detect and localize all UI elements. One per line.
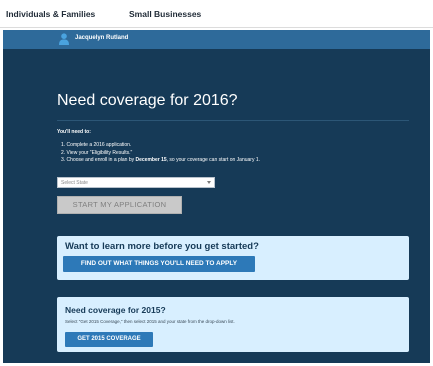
find-out-what-you-need-button[interactable]: FIND OUT WHAT THINGS YOU'LL NEED TO APPL… [63,256,255,272]
step-3-text-before: 3. Choose and enroll in a plan by [61,157,136,163]
coverage-2015-card: Need coverage for 2015? Select "Get 2015… [57,297,409,352]
state-select[interactable]: Select State [57,177,215,188]
coverage-2015-description: Select "Get 2015 Coverage," then select … [65,319,235,324]
step-3-text-after: , so your coverage can start on January … [166,157,261,163]
page-title: Need coverage for 2016? [57,92,238,109]
requirements-label: You'll need to: [57,129,91,135]
user-bar: Jacquelyn Rutland [3,30,430,49]
step-2: 2. View your "Eligibility Results." [61,149,133,156]
step-3-deadline: December 15 [135,157,167,163]
step-3: 3. Choose and enroll in a plan by Decemb… [61,157,260,165]
nav-small-businesses-link[interactable]: Small Businesses [129,9,201,19]
state-select-placeholder: Select State [61,180,88,186]
coverage-2015-title: Need coverage for 2015? [65,305,166,315]
user-icon [59,33,69,45]
requirements-list: 1. Complete a 2016 application. 2. View … [61,142,260,165]
learn-more-card: Want to learn more before you get starte… [57,236,409,280]
start-application-button[interactable]: START MY APPLICATION [57,196,182,214]
user-name[interactable]: Jacquelyn Rutland [75,35,128,41]
nav-individuals-families-link[interactable]: Individuals & Families [6,9,95,19]
chevron-down-icon [207,181,211,184]
title-divider [57,120,409,121]
get-2015-coverage-button[interactable]: GET 2015 COVERAGE [65,332,153,347]
step-1: 1. Complete a 2016 application. [61,142,132,148]
learn-more-title: Want to learn more before you get starte… [65,241,259,252]
top-navigation: Individuals & Families Small Businesses [0,0,433,28]
